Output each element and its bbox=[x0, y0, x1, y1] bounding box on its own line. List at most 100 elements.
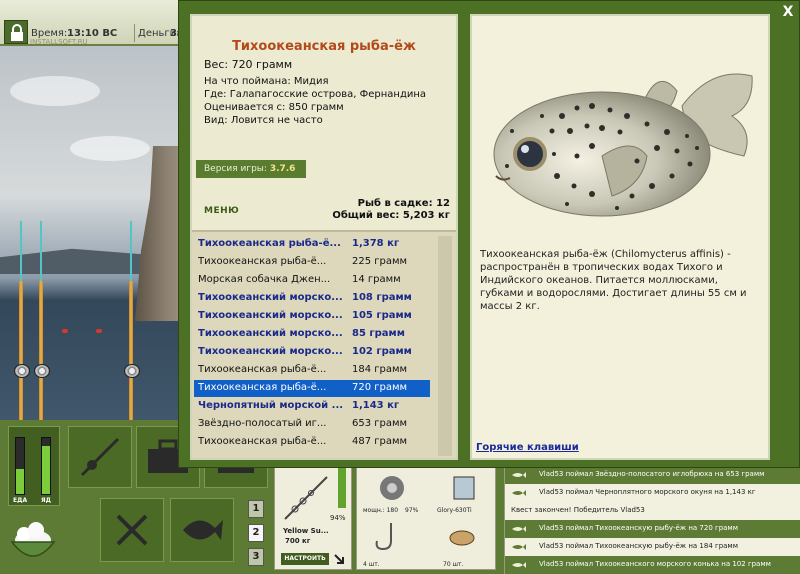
catch-fish-weight: 14 грамм bbox=[352, 274, 401, 285]
version-badge: Версия игры: 3.7.6 bbox=[196, 160, 306, 178]
fish-slot[interactable] bbox=[170, 498, 234, 562]
tab-1-button[interactable]: 1 bbox=[248, 500, 264, 518]
catch-fish-weight: 108 грамм bbox=[352, 292, 412, 303]
hook-icon bbox=[375, 523, 392, 551]
log-entry: Vlad53 поймал Звёздно-полосатого иглобрю… bbox=[505, 466, 800, 484]
catch-fish-weight: 720 грамм bbox=[352, 382, 408, 393]
catch-fish-name: Тихоокеанский морско... bbox=[198, 310, 343, 321]
menu-button[interactable]: МЕНЮ bbox=[204, 206, 239, 216]
catch-fish-weight: 85 грамм bbox=[352, 328, 405, 339]
catch-fish-weight: 1,143 кг bbox=[352, 400, 400, 411]
poison-meter bbox=[41, 437, 51, 495]
cloud bbox=[10, 76, 100, 106]
keepnet-count: Рыб в садке: 12 bbox=[357, 198, 450, 209]
fishing-rod-2[interactable] bbox=[39, 281, 43, 420]
rod-durability-label: 94% bbox=[330, 514, 346, 522]
catch-list[interactable]: Тихоокеанская рыба-ё... 1,378 кг Тихоокеан… bbox=[192, 230, 456, 458]
version-label: Версия игры: bbox=[204, 164, 267, 174]
catch-fish-weight: 487 грамм bbox=[352, 436, 408, 447]
catch-fish-name: Звёздно-полосатый иг... bbox=[198, 418, 327, 429]
buoy bbox=[96, 329, 102, 333]
catch-list-row[interactable]: Тихоокеанский морско... 102 грамм bbox=[194, 344, 430, 361]
catch-list-row[interactable]: Чернопятный морской ... 1,143 кг bbox=[194, 398, 430, 415]
rock-cliff bbox=[135, 146, 180, 321]
location-info: Где: Галапагосские острова, Фернандина bbox=[204, 89, 427, 100]
bait-slot[interactable]: 70 шт. bbox=[435, 521, 495, 569]
status-meters: ЕДА ЯД bbox=[8, 426, 60, 506]
total-weight: Общий вес: 5,203 кг bbox=[332, 210, 450, 221]
rod-tip bbox=[130, 221, 132, 281]
hotkeys-link[interactable]: Горячие клавиши bbox=[476, 442, 579, 453]
food-slot[interactable] bbox=[100, 498, 164, 562]
catch-list-row[interactable]: Звёздно-полосатый иг... 653 грамм bbox=[194, 416, 430, 433]
rod-tip bbox=[20, 221, 22, 281]
tab-3-button[interactable]: 3 bbox=[248, 548, 264, 566]
catch-fish-name: Тихоокеанская рыба-ё... bbox=[198, 256, 327, 267]
bait-info: На что поймана: Мидия bbox=[204, 76, 329, 87]
buoy bbox=[62, 329, 68, 333]
catch-fish-name: Тихоокеанская рыба-ё... bbox=[198, 436, 327, 447]
catch-fish-weight: 105 грамм bbox=[352, 310, 412, 321]
game-window: INSTALLSOFT.RU Время: 13:10 ВС Деньги: 3… bbox=[0, 0, 800, 574]
reel-icon bbox=[14, 364, 30, 378]
fish-description: Тихоокеанская рыба-ёж (Chilomycterus aff… bbox=[480, 249, 747, 312]
catch-list-row[interactable]: Морская собачка Джен... 14 грамм bbox=[194, 272, 430, 289]
hook-count-label: 4 шт. bbox=[363, 561, 380, 568]
version-value: 3.7.6 bbox=[269, 164, 296, 174]
fork-knife-icon bbox=[116, 514, 148, 546]
catch-fish-weight: 102 грамм bbox=[352, 346, 412, 357]
log-entry: Vlad53 поймал Черноплятного морского оку… bbox=[505, 484, 800, 502]
lock-button[interactable] bbox=[4, 20, 28, 44]
catch-list-row[interactable]: Тихоокеанская рыба-ё... 1,378 кг bbox=[194, 236, 430, 253]
catch-list-row[interactable]: Тихоокеанская рыба-ё... 184 грамм bbox=[194, 362, 430, 379]
food-bowl-icon[interactable] bbox=[8, 512, 58, 568]
food-meter bbox=[15, 437, 25, 495]
watermark: INSTALLSOFT.RU bbox=[30, 38, 88, 46]
rarity-info: Вид: Ловится не часто bbox=[204, 115, 323, 126]
catch-list-row[interactable]: Тихоокеанская рыба-ё... 487 грамм bbox=[194, 434, 430, 451]
fish-icon bbox=[512, 544, 526, 550]
rod-slot[interactable] bbox=[68, 426, 132, 488]
catch-fish-name: Тихоокеанский морско... bbox=[198, 328, 343, 339]
fishing-scene[interactable] bbox=[0, 46, 180, 420]
food-meter-fill bbox=[16, 468, 24, 494]
catch-fish-name: Тихоокеанский морско... bbox=[198, 292, 343, 303]
log-entry: Vlad53 поймал Тихоокеанскую рыбу-ёж на 1… bbox=[505, 538, 800, 556]
hook-slot[interactable]: 4 шт. bbox=[363, 521, 423, 569]
catch-info-panel: Тихоокеанская рыба-ёж Вес: 720 грамм На … bbox=[190, 14, 458, 460]
divider bbox=[134, 24, 135, 42]
food-label: ЕДА bbox=[13, 497, 28, 504]
fishing-rod-1[interactable] bbox=[19, 281, 23, 420]
poison-label: ЯД bbox=[41, 497, 51, 504]
catch-list-row[interactable]: Тихоокеанская рыба-ё... 720 грамм bbox=[194, 380, 430, 397]
scrollbar[interactable] bbox=[438, 236, 452, 456]
catch-list-row[interactable]: Тихоокеанский морско... 85 грамм bbox=[194, 326, 430, 343]
tab-2-button[interactable]: 2 bbox=[248, 524, 264, 542]
fishing-rod-3[interactable] bbox=[129, 281, 133, 420]
fish-title: Тихоокеанская рыба-ёж bbox=[232, 39, 416, 54]
log-entry: Квест закончен! Победитель Vlad53 bbox=[511, 506, 645, 514]
catch-fish-name: Чернопятный морской ... bbox=[198, 400, 344, 411]
line-slot[interactable]: Glory-630Ti bbox=[435, 471, 495, 519]
fish-icon bbox=[512, 526, 526, 532]
log-entry: Vlad53 поймал Тихоокеанскую рыбу-ёж на 7… bbox=[505, 520, 800, 538]
cloud bbox=[70, 136, 150, 161]
reel-power-label: мощн.: 180 bbox=[363, 507, 399, 514]
fish-weight: Вес: 720 грамм bbox=[204, 58, 293, 71]
rod-weight: 700 кг bbox=[285, 537, 311, 545]
catch-list-row[interactable]: Тихоокеанский морско... 108 грамм bbox=[194, 290, 430, 307]
catch-list-row[interactable]: Тихоокеанская рыба-ё... 225 грамм bbox=[194, 254, 430, 271]
time-label: Время: bbox=[31, 28, 68, 39]
rod-icon bbox=[284, 476, 328, 520]
setup-button[interactable]: НАСТРОИТЬ bbox=[281, 553, 329, 565]
catch-list-row[interactable]: Тихоокеанский морско... 105 грамм bbox=[194, 308, 430, 325]
lock-icon bbox=[11, 24, 23, 41]
close-button[interactable]: X bbox=[780, 4, 796, 20]
porcupinefish-image bbox=[493, 73, 753, 217]
reel-icon bbox=[124, 364, 140, 378]
rating-info: Оценивается с: 850 грамм bbox=[204, 102, 344, 113]
gear-panel: мощн.: 180 97% Glory-630Ti 4 шт. 70 шт. bbox=[356, 466, 496, 570]
catch-fish-weight: 653 грамм bbox=[352, 418, 408, 429]
bait-count-label: 70 шт. bbox=[443, 561, 464, 568]
reel-slot[interactable]: мощн.: 180 97% bbox=[363, 471, 423, 519]
